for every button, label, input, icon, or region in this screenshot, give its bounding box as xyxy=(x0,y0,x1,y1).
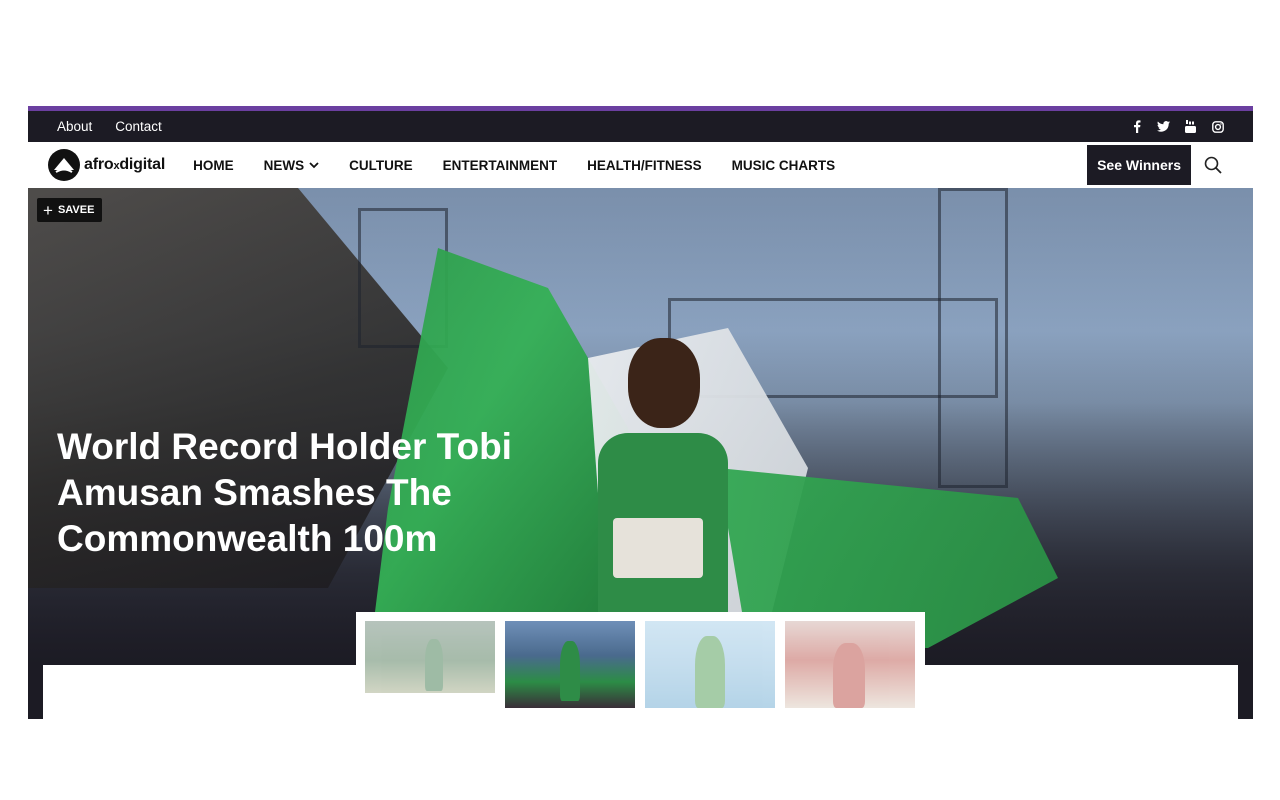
logo-wordmark: afroxdigital xyxy=(84,156,166,173)
carousel-thumb-3[interactable] xyxy=(645,621,775,708)
nav-culture[interactable]: CULTURE xyxy=(349,158,413,173)
thumb-figure xyxy=(833,643,865,708)
site-logo[interactable]: afroxdigital xyxy=(48,149,165,181)
nav-entertainment[interactable]: ENTERTAINMENT xyxy=(443,158,558,173)
chevron-down-icon xyxy=(309,161,319,169)
hero-banner[interactable]: + SAVEE World Record Holder Tobi Amusan … xyxy=(28,188,1253,665)
nav-music-charts[interactable]: MUSIC CHARTS xyxy=(732,158,836,173)
carousel-thumbnails xyxy=(356,612,925,719)
twitter-icon[interactable] xyxy=(1157,120,1170,133)
main-navbar: afroxdigital HOME NEWS CULTURE ENTERTAIN… xyxy=(28,142,1253,188)
site-frame: About Contact afroxdigital HOME NEWS CUL… xyxy=(28,106,1253,719)
contact-link[interactable]: Contact xyxy=(115,119,162,134)
athlete-bib xyxy=(613,518,703,578)
thumb-figure xyxy=(695,636,725,708)
thumb-figure xyxy=(560,641,580,701)
thumb-figure xyxy=(425,639,443,691)
hero-headline[interactable]: World Record Holder Tobi Amusan Smashes … xyxy=(57,424,577,562)
primary-menu: HOME NEWS CULTURE ENTERTAINMENT HEALTH/F… xyxy=(193,158,865,173)
plus-icon: + xyxy=(43,200,53,220)
search-icon[interactable] xyxy=(1203,155,1223,175)
instagram-icon[interactable] xyxy=(1211,120,1224,133)
nav-news[interactable]: NEWS xyxy=(264,158,320,173)
top-bar: About Contact xyxy=(28,111,1253,142)
logo-icon xyxy=(48,149,80,181)
social-links xyxy=(1130,120,1224,133)
save-label: SAVEE xyxy=(57,204,95,216)
about-link[interactable]: About xyxy=(57,119,92,134)
athlete-head xyxy=(628,338,700,428)
carousel-thumb-2[interactable] xyxy=(505,621,635,708)
carousel-thumb-4[interactable] xyxy=(785,621,915,708)
facebook-icon[interactable] xyxy=(1130,120,1143,133)
save-button[interactable]: + SAVEE xyxy=(37,198,103,222)
carousel-thumb-1[interactable] xyxy=(365,621,495,693)
nav-home[interactable]: HOME xyxy=(193,158,234,173)
nav-actions: See Winners xyxy=(1087,142,1253,188)
nav-health-fitness[interactable]: HEALTH/FITNESS xyxy=(587,158,702,173)
see-winners-button[interactable]: See Winners xyxy=(1087,145,1191,185)
youtube-icon[interactable] xyxy=(1184,120,1197,133)
